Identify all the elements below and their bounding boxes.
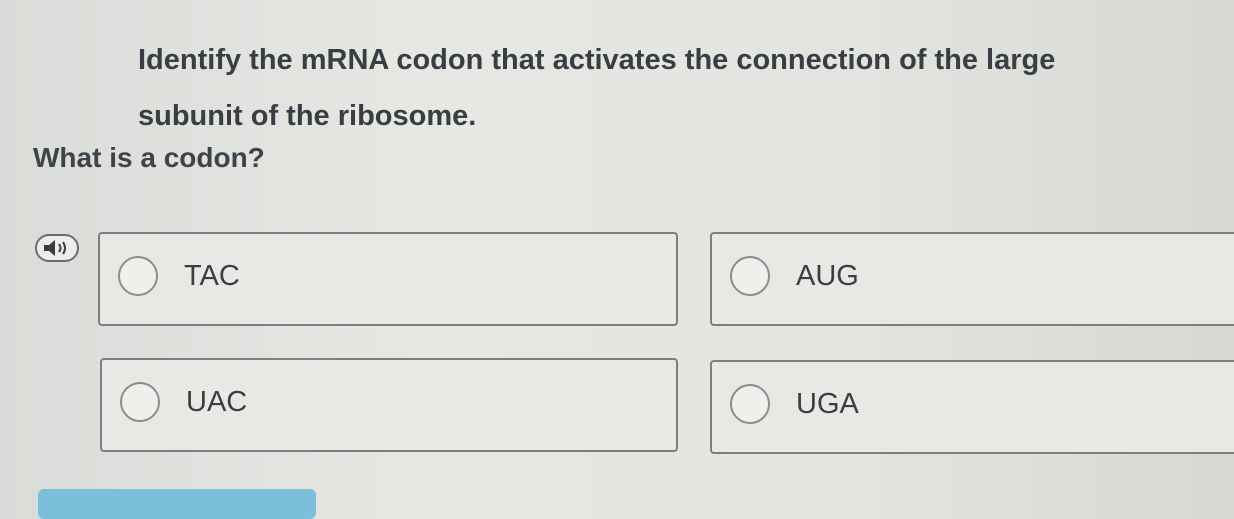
what-is-codon-link[interactable]: What is a codon? <box>33 142 265 174</box>
radio-circle[interactable] <box>730 384 770 424</box>
answer-option-label: TAC <box>184 260 240 292</box>
speaker-icon <box>44 240 66 256</box>
radio-circle[interactable] <box>120 382 160 422</box>
radio-circle[interactable] <box>118 256 158 296</box>
audio-button[interactable] <box>35 234 79 262</box>
answer-option-label: UGA <box>796 388 859 420</box>
radio-circle[interactable] <box>730 256 770 296</box>
question-text: Identify the mRNA codon that activates t… <box>138 44 1056 132</box>
submit-button[interactable] <box>38 489 316 519</box>
answer-option-4[interactable]: UGA <box>710 360 1234 454</box>
answer-option-1[interactable]: TAC <box>98 232 678 326</box>
answer-option-2[interactable]: AUG <box>710 232 1234 326</box>
answer-option-label: UAC <box>186 386 248 418</box>
answer-option-label: AUG <box>796 260 859 292</box>
answer-option-3[interactable]: UAC <box>100 358 678 452</box>
